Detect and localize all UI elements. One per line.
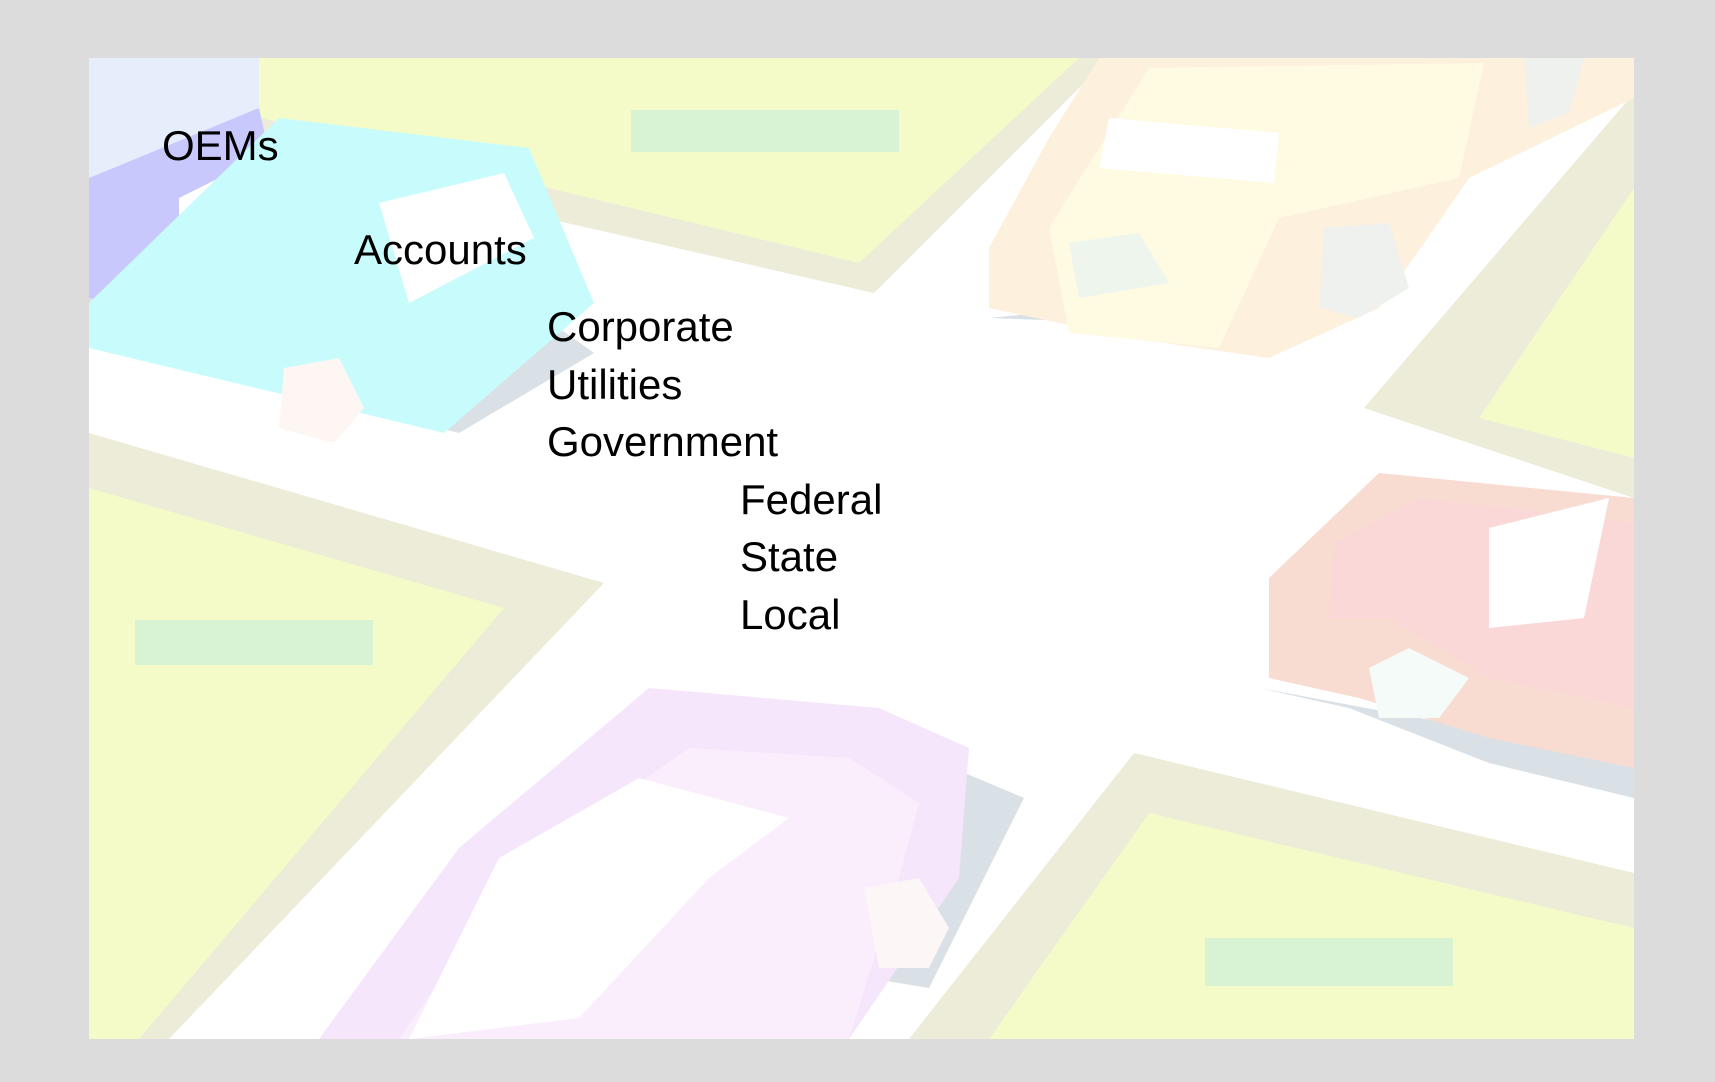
grass-patch bbox=[1205, 938, 1453, 986]
outline-level3-item: Corporate bbox=[547, 303, 734, 350]
outline-level4-item: Local bbox=[740, 591, 841, 638]
car-pink bbox=[1259, 473, 1634, 798]
outline-level4-item: State bbox=[740, 533, 839, 580]
outline-level1-item: OEMs bbox=[162, 122, 279, 169]
grass-patch bbox=[631, 110, 899, 152]
street-map-background bbox=[89, 58, 1634, 1039]
grass-patch bbox=[135, 620, 373, 665]
slide-canvas: OEMs Accounts Corporate Utilities Govern… bbox=[89, 58, 1634, 1039]
outline-level2-item: Accounts bbox=[354, 226, 527, 273]
outline-level3-item: Utilities bbox=[547, 361, 683, 408]
outline-level4-item: Federal bbox=[740, 476, 883, 523]
outline-level3-item: Government bbox=[547, 418, 779, 465]
